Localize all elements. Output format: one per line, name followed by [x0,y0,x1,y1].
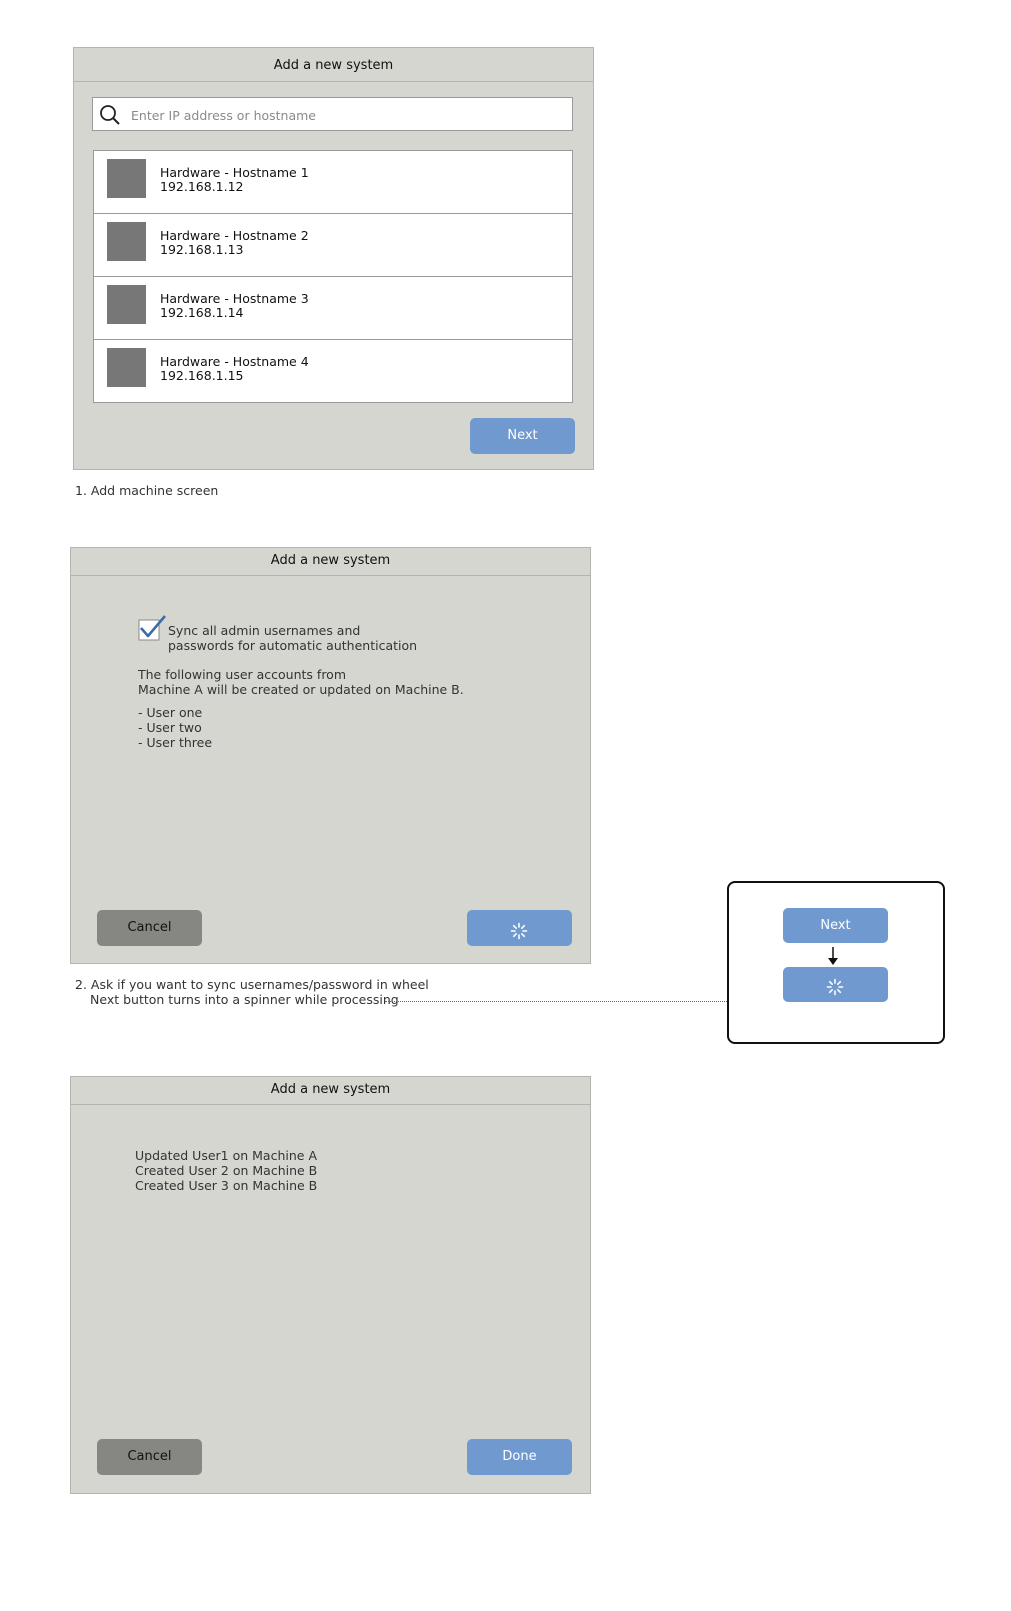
list-item: Updated User1 on Machine A [135,1148,317,1163]
next-button-spinner[interactable] [467,910,572,946]
machine-thumbnail [107,222,146,261]
search-input[interactable] [129,102,563,128]
button-state-callout: Next [727,881,945,1044]
machine-name: Hardware - Hostname 2 [160,228,309,243]
add-machine-dialog: Add a new system Hardware - Hostname 1 1… [73,47,594,470]
list-item[interactable]: Hardware - Hostname 1 192.168.1.12 [94,151,572,214]
machine-name: Hardware - Hostname 3 [160,291,309,306]
search-icon [99,104,121,129]
spinner-button [783,967,888,1002]
search-box[interactable] [92,97,573,131]
list-item: Created User 3 on Machine B [135,1178,318,1193]
machine-name: Hardware - Hostname 1 [160,165,309,180]
list-item[interactable]: Hardware - Hostname 2 192.168.1.13 [94,214,572,277]
screen2-caption: 2. Ask if you want to sync usernames/pas… [75,977,429,1007]
user-list: - User one - User two - User three [138,705,212,750]
list-item[interactable]: Hardware - Hostname 4 192.168.1.15 [94,340,572,402]
arrow-down-icon [827,946,839,969]
next-button[interactable]: Next [470,418,575,454]
sync-results-dialog: Add a new system Updated User1 on Machin… [70,1076,591,1494]
done-button[interactable]: Done [467,1439,572,1475]
machine-ip: 192.168.1.15 [160,368,244,383]
dialog-title: Add a new system [71,548,590,576]
list-item: - User three [138,735,213,750]
machine-thumbnail [107,285,146,324]
info-text: The following user accounts from Machine… [138,667,464,697]
dialog-title: Add a new system [74,48,593,82]
list-item: - User two [138,720,202,735]
machine-ip: 192.168.1.12 [160,179,244,194]
cancel-button[interactable]: Cancel [97,910,202,946]
list-item[interactable]: Hardware - Hostname 3 192.168.1.14 [94,277,572,340]
results-list: Updated User1 on Machine A Created User … [135,1148,317,1193]
callout-connector [385,1001,727,1002]
machine-thumbnail [107,348,146,387]
dialog-title: Add a new system [71,1077,590,1105]
spinner-icon [826,975,844,1011]
list-item: Created User 2 on Machine B [135,1163,318,1178]
machine-ip: 192.168.1.14 [160,305,244,320]
machine-name: Hardware - Hostname 4 [160,354,309,369]
sync-users-dialog: Add a new system Sync all admin username… [70,547,591,964]
spinner-icon [510,919,528,955]
machine-list: Hardware - Hostname 1 192.168.1.12 Hardw… [93,150,573,403]
screen1-caption: 1. Add machine screen [75,483,219,498]
next-button: Next [783,908,888,943]
checkbox-checked-icon[interactable] [138,615,168,644]
cancel-button[interactable]: Cancel [97,1439,202,1475]
machine-ip: 192.168.1.13 [160,242,244,257]
sync-checkbox-label: Sync all admin usernames and passwords f… [168,623,418,653]
machine-thumbnail [107,159,146,198]
list-item: - User one [138,705,203,720]
